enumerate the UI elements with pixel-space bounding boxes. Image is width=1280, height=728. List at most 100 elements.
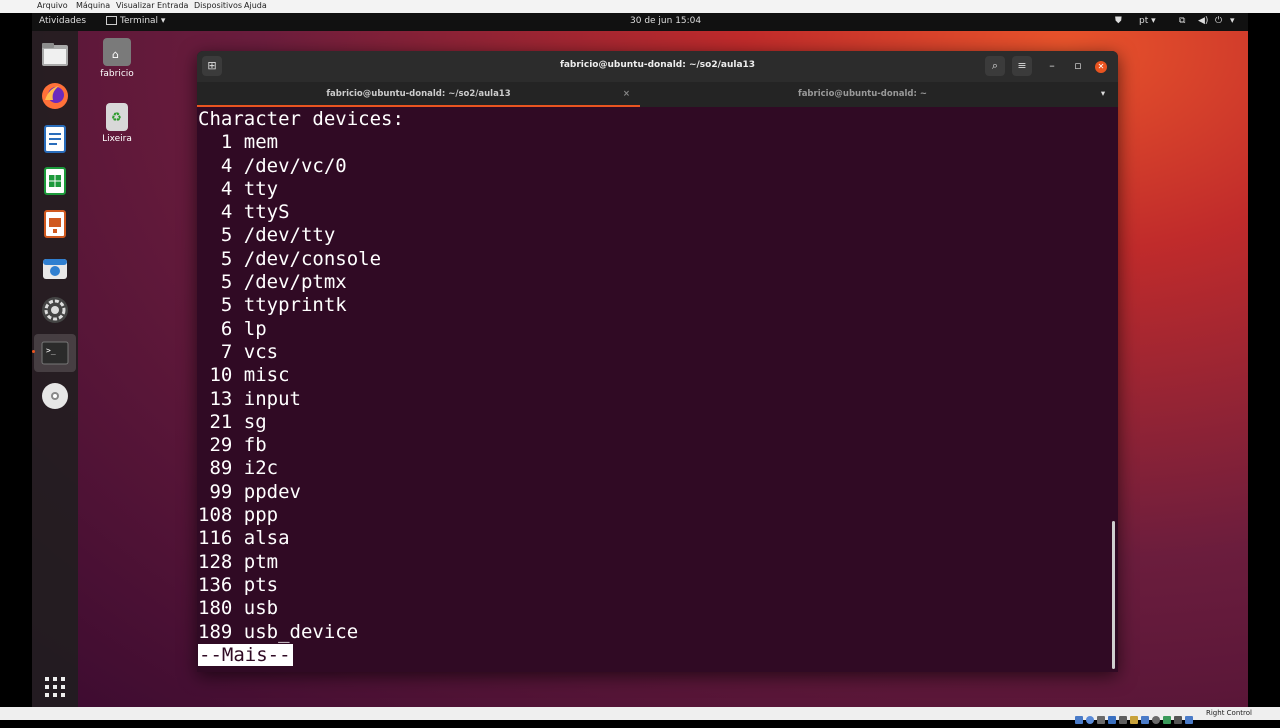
tab-bar: fabricio@ubuntu-donald: ~/so2/aula13 × f… xyxy=(197,82,1118,107)
desktop-trash[interactable]: ♻ Lixeira xyxy=(87,103,147,144)
software-center-icon[interactable] xyxy=(39,251,71,283)
tab-aula13[interactable]: fabricio@ubuntu-donald: ~/so2/aula13 × xyxy=(197,82,640,107)
guest-screen: Atividades Terminal ▾ 30 de jun 15:04 ⛊ … xyxy=(32,13,1248,707)
minimize-icon: – xyxy=(1049,59,1055,72)
menu-dispositivos[interactable]: Dispositivos xyxy=(194,1,242,10)
terminal-line: 5 /dev/ptmx xyxy=(198,271,347,294)
firefox-icon[interactable] xyxy=(39,80,71,112)
terminal-line: 4 ttyS xyxy=(198,201,290,224)
trash-label: Lixeira xyxy=(102,134,132,144)
terminal-line: 13 input xyxy=(198,387,301,410)
mouse-integration-icon[interactable] xyxy=(1174,716,1182,724)
terminal-line: 89 i2c xyxy=(198,457,279,480)
language-indicator[interactable]: pt ▾ xyxy=(1139,16,1156,26)
maximize-button[interactable]: ▫ xyxy=(1068,56,1088,76)
terminal-line: 7 vcs xyxy=(198,340,279,363)
terminal-line: 116 alsa xyxy=(198,527,290,550)
files-app-icon[interactable] xyxy=(39,39,71,71)
writer-icon[interactable] xyxy=(39,123,71,155)
display-icon[interactable] xyxy=(1141,716,1149,724)
audio-icon[interactable] xyxy=(1097,716,1105,724)
window-headerbar: ⊞ fabricio@ubuntu-donald: ~/so2/aula13 ⌕… xyxy=(197,51,1118,82)
terminal-dock-active[interactable]: >_ xyxy=(32,334,76,372)
terminal-line: 4 /dev/vc/0 xyxy=(198,154,347,177)
usb-icon[interactable] xyxy=(1119,716,1127,724)
terminal-scrollbar[interactable] xyxy=(1112,521,1115,669)
shield-icon[interactable]: ⛊ xyxy=(1115,16,1122,26)
terminal-line: 108 ppp xyxy=(198,504,279,527)
menu-button[interactable]: ≡ xyxy=(1012,56,1032,76)
tab-close-icon[interactable]: × xyxy=(623,82,630,107)
hamburger-icon: ≡ xyxy=(1017,59,1027,72)
dvd-drive-icon[interactable] xyxy=(39,380,71,412)
terminal-heading-line: Character devices: xyxy=(198,108,404,130)
terminal-line: 1 mem xyxy=(198,131,279,154)
maximize-icon: ▫ xyxy=(1074,59,1082,72)
cpu-icon[interactable] xyxy=(1163,716,1171,724)
terminal-output[interactable]: Character devices: 1 mem 4 /dev/vc/0 4 t… xyxy=(198,108,1103,668)
terminal-line: 5 ttyprintk xyxy=(198,294,347,317)
optical-icon[interactable] xyxy=(1086,716,1094,724)
terminal-small-icon xyxy=(106,16,117,25)
terminal-app-menu[interactable]: Terminal ▾ xyxy=(106,16,165,26)
terminal-line: 6 lp xyxy=(198,317,267,340)
terminal-line: 180 usb xyxy=(198,597,279,620)
hdd-icon[interactable] xyxy=(1075,716,1083,724)
terminal-line: 29 fb xyxy=(198,434,267,457)
menu-maquina[interactable]: Máquina xyxy=(76,1,110,10)
terminal-line: 21 sg xyxy=(198,410,267,433)
shared-folder-icon[interactable] xyxy=(1130,716,1138,724)
running-indicator-icon xyxy=(32,350,35,353)
system-menu-chevron-icon[interactable]: ▾ xyxy=(1230,16,1235,26)
show-applications-grid-icon[interactable] xyxy=(39,671,71,703)
home-folder-icon: ⌂ xyxy=(103,38,131,66)
tab-home-label: fabricio@ubuntu-donald: ~ xyxy=(798,89,927,99)
pager-prompt: --Mais-- xyxy=(198,643,293,666)
network-icon[interactable]: ⧉ xyxy=(1179,16,1185,26)
terminal-window: ⊞ fabricio@ubuntu-donald: ~/so2/aula13 ⌕… xyxy=(197,51,1118,672)
close-window-button[interactable]: ✕ xyxy=(1095,61,1107,73)
terminal-line: 136 pts xyxy=(198,573,279,596)
network-adapter-icon[interactable] xyxy=(1108,716,1116,724)
tabs-dropdown-chevron-icon[interactable]: ▾ xyxy=(1093,82,1113,107)
menu-entrada[interactable]: Entrada xyxy=(157,1,188,10)
search-icon: ⌕ xyxy=(991,59,999,72)
terminal-line: 99 ppdev xyxy=(198,480,301,503)
dock: >_ xyxy=(32,31,78,707)
gnome-top-bar: Atividades Terminal ▾ 30 de jun 15:04 ⛊ … xyxy=(32,13,1248,31)
terminal-line: 5 /dev/tty xyxy=(198,224,336,247)
trash-icon: ♻ xyxy=(106,103,128,131)
tab-aula13-label: fabricio@ubuntu-donald: ~/so2/aula13 xyxy=(326,89,511,99)
search-button[interactable]: ⌕ xyxy=(985,56,1005,76)
settings-gear-icon[interactable] xyxy=(39,294,71,326)
activities-button[interactable]: Atividades xyxy=(39,16,86,26)
status-device-icons xyxy=(1075,709,1203,724)
impress-icon[interactable] xyxy=(39,208,71,240)
menu-arquivo[interactable]: Arquivo xyxy=(37,1,68,10)
terminal-line: 128 ptm xyxy=(198,550,279,573)
volume-icon[interactable]: ◀) xyxy=(1198,16,1208,26)
app-menu-label: Terminal ▾ xyxy=(120,16,166,26)
virtualbox-statusbar: Right Control xyxy=(0,707,1280,724)
power-icon[interactable]: ⏻ xyxy=(1215,16,1222,26)
virtualbox-menubar: Arquivo Máquina Visualizar Entrada Dispo… xyxy=(0,0,1280,13)
terminal-line: 10 misc xyxy=(198,364,290,387)
keyboard-capture-icon[interactable] xyxy=(1185,716,1193,724)
tab-home[interactable]: fabricio@ubuntu-donald: ~ xyxy=(640,82,1085,107)
terminal-line: 189 usb_device xyxy=(198,620,359,643)
host-key-label: Right Control xyxy=(1206,709,1252,717)
close-icon: ✕ xyxy=(1097,62,1105,71)
terminal-line: 5 /dev/console xyxy=(198,247,382,270)
minimize-button[interactable]: – xyxy=(1042,56,1062,76)
recording-icon[interactable] xyxy=(1152,716,1160,724)
terminal-line: 4 tty xyxy=(198,177,279,200)
clock[interactable]: 30 de jun 15:04 xyxy=(630,16,701,26)
menu-visualizar[interactable]: Visualizar xyxy=(116,1,155,10)
home-folder-label: fabricio xyxy=(100,69,134,79)
menu-ajuda[interactable]: Ajuda xyxy=(244,1,267,10)
calc-icon[interactable] xyxy=(39,165,71,197)
terminal-lines: Character devices: 1 mem 4 /dev/vc/0 4 t… xyxy=(198,108,1103,644)
svg-text:>_: >_ xyxy=(46,346,56,355)
desktop-home-folder[interactable]: ⌂ fabricio xyxy=(87,38,147,79)
terminal-icon: >_ xyxy=(41,341,69,365)
